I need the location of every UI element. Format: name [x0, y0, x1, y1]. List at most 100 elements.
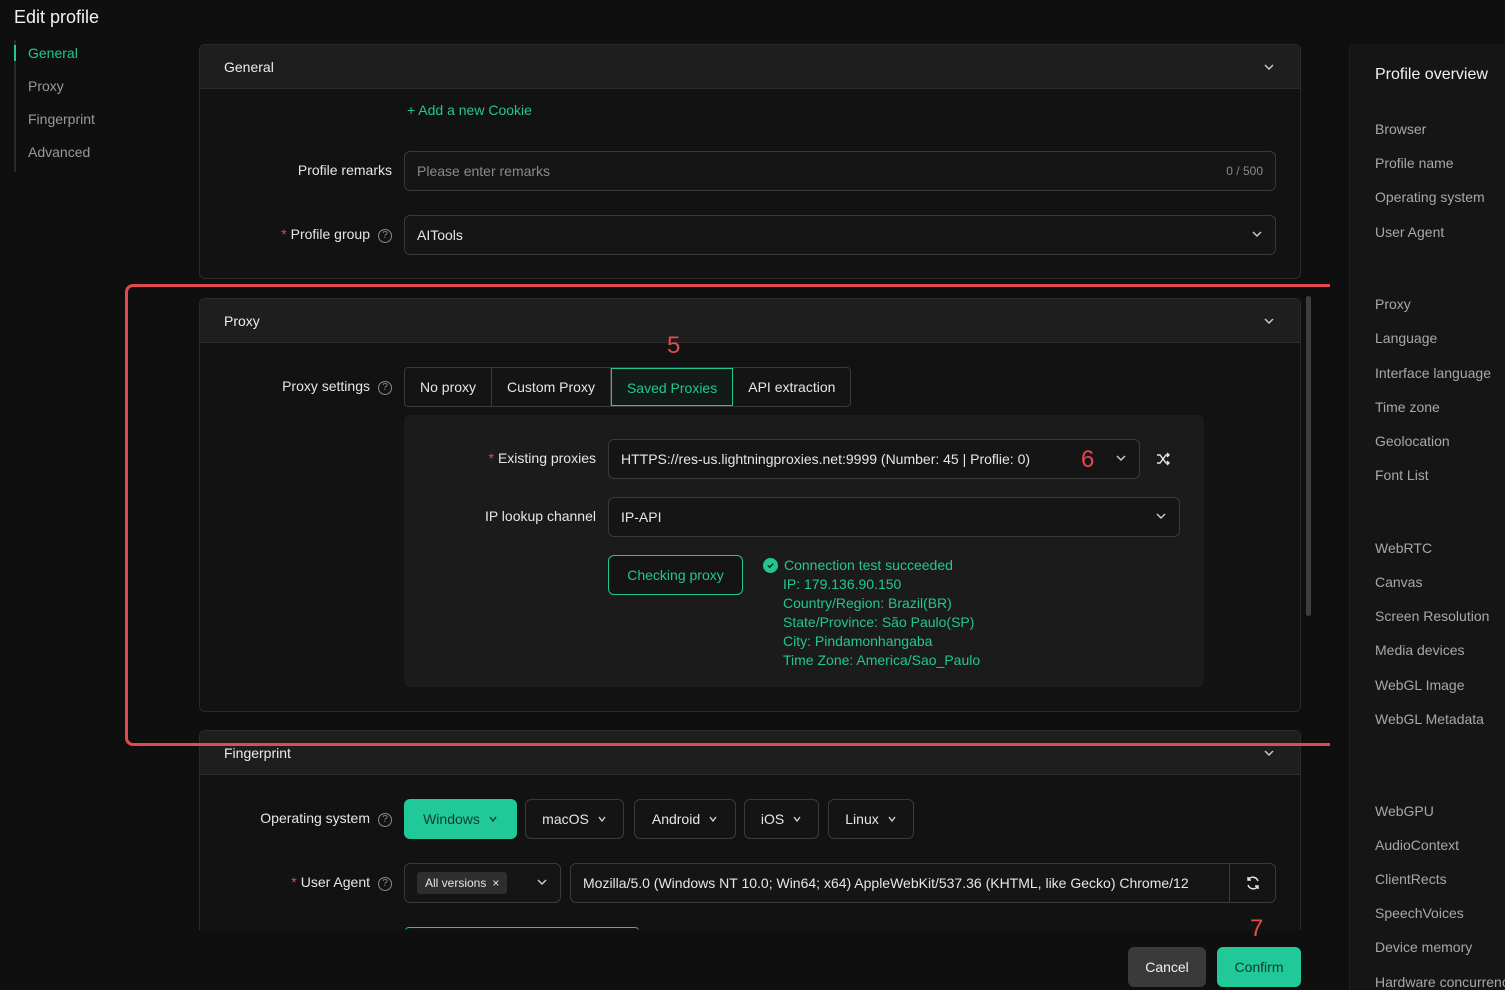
- proxy-mode-switch: No proxy Custom Proxy Saved Proxies API …: [404, 367, 852, 407]
- overview-item[interactable]: Screen Resolution: [1375, 608, 1489, 624]
- check-proxy-button[interactable]: Checking proxy: [608, 555, 743, 595]
- remarks-counter: 0 / 500: [1226, 164, 1263, 178]
- overview-item[interactable]: Proxy: [1375, 296, 1411, 312]
- chevron-down-icon[interactable]: [1262, 60, 1276, 74]
- profile-overview-title: Profile overview: [1375, 66, 1488, 83]
- next-row-edge: [404, 927, 640, 930]
- overview-item[interactable]: WebRTC: [1375, 540, 1432, 556]
- close-icon[interactable]: ×: [492, 876, 499, 890]
- overview-item[interactable]: WebGL Image: [1375, 677, 1465, 693]
- form-main: General + Add a new Cookie Profile remar…: [0, 0, 1330, 930]
- overview-item[interactable]: User Agent: [1375, 224, 1444, 240]
- add-cookie-link[interactable]: + Add a new Cookie: [407, 102, 532, 118]
- proxy-result-ip: IP: 179.136.90.150: [783, 576, 902, 592]
- fingerprint-section-header[interactable]: Fingerprint: [200, 731, 1300, 775]
- profile-remarks-placeholder: Please enter remarks: [417, 163, 551, 179]
- os-linux-button[interactable]: Linux: [828, 799, 914, 839]
- os-windows-button[interactable]: Windows: [404, 799, 517, 839]
- user-agent-input[interactable]: Mozilla/5.0 (Windows NT 10.0; Win64; x64…: [570, 863, 1230, 903]
- proxy-settings-label-text: Proxy settings: [282, 378, 370, 394]
- overview-item[interactable]: AudioContext: [1375, 837, 1459, 853]
- ua-version-select[interactable]: All versions ×: [404, 863, 561, 903]
- refresh-ua-button[interactable]: [1230, 863, 1276, 903]
- profile-group-label: * Profile group?: [200, 226, 392, 243]
- os-android-label: Android: [651, 811, 701, 827]
- os-windows-label: Windows: [423, 811, 480, 827]
- profile-remarks-input[interactable]: Please enter remarks 0 / 500: [404, 151, 1276, 191]
- help-icon[interactable]: ?: [378, 229, 392, 243]
- overview-item[interactable]: ClientRects: [1375, 871, 1447, 887]
- ua-version-tag-label: All versions: [425, 876, 487, 890]
- overview-item[interactable]: WebGL Metadata: [1375, 711, 1484, 727]
- os-macos-label: macOS: [542, 811, 589, 827]
- chevron-down-icon: [536, 875, 548, 891]
- existing-proxies-select[interactable]: HTTPS://res-us.lightningproxies.net:9999…: [608, 439, 1140, 479]
- help-icon[interactable]: ?: [378, 813, 392, 827]
- chevron-down-icon: [1251, 227, 1263, 243]
- profile-group-label-text: Profile group: [290, 226, 370, 242]
- help-icon[interactable]: ?: [378, 381, 392, 395]
- chevron-down-icon[interactable]: [1262, 314, 1276, 328]
- shuffle-icon[interactable]: [1153, 449, 1173, 469]
- os-macos-button[interactable]: macOS: [525, 799, 624, 839]
- chevron-down-icon: [489, 816, 497, 823]
- chevron-down-icon: [793, 816, 801, 823]
- proxy-option-saved[interactable]: Saved Proxies: [610, 368, 734, 406]
- os-label: Operating system?: [200, 810, 392, 827]
- proxy-scrollbar[interactable]: [1306, 296, 1311, 616]
- profile-group-value: AITools: [417, 227, 463, 243]
- proxy-option-no-proxy[interactable]: No proxy: [405, 368, 493, 406]
- confirm-button[interactable]: Confirm: [1217, 947, 1301, 987]
- refresh-icon: [1246, 876, 1259, 890]
- overview-item[interactable]: Canvas: [1375, 574, 1422, 590]
- os-linux-label: Linux: [845, 811, 879, 827]
- help-icon[interactable]: ?: [378, 877, 392, 891]
- overview-item[interactable]: Language: [1375, 330, 1437, 346]
- overview-item[interactable]: WebGPU: [1375, 803, 1434, 819]
- overview-item[interactable]: Geolocation: [1375, 433, 1450, 449]
- required-marker: *: [291, 874, 297, 890]
- ip-lookup-select[interactable]: IP-API: [608, 497, 1180, 537]
- overview-item[interactable]: SpeechVoices: [1375, 905, 1464, 921]
- proxy-result-country: Country/Region: Brazil(BR): [783, 595, 952, 611]
- os-android-button[interactable]: Android: [634, 799, 736, 839]
- general-section-header[interactable]: General: [200, 45, 1300, 89]
- profile-group-select[interactable]: AITools: [404, 215, 1276, 255]
- general-section-title: General: [224, 58, 274, 75]
- proxy-section-header[interactable]: Proxy: [200, 299, 1300, 343]
- overview-item[interactable]: Interface language: [1375, 365, 1491, 381]
- os-label-text: Operating system: [260, 810, 370, 826]
- ip-lookup-label: IP lookup channel: [484, 508, 596, 524]
- proxy-option-api[interactable]: API extraction: [733, 368, 851, 406]
- overview-item[interactable]: Browser: [1375, 121, 1426, 137]
- proxy-result-city: City: Pindamonhangaba: [783, 633, 933, 649]
- chevron-down-icon: [1115, 451, 1127, 467]
- overview-item[interactable]: Device memory: [1375, 939, 1472, 955]
- proxy-test-status: Connection test succeeded: [784, 557, 953, 573]
- profile-overview-panel: Profile overview Browser Profile name Op…: [1349, 44, 1505, 990]
- user-agent-label-text: User Agent: [300, 874, 370, 890]
- overview-item[interactable]: Font List: [1375, 467, 1429, 483]
- overview-item[interactable]: Time zone: [1375, 399, 1440, 415]
- annotation-6: 6: [1081, 446, 1095, 473]
- proxy-settings-label: Proxy settings?: [200, 378, 392, 395]
- chevron-down-icon: [888, 816, 896, 823]
- required-marker: *: [488, 450, 494, 466]
- proxy-test-result: Connection test succeeded IP: 179.136.90…: [763, 556, 980, 670]
- proxy-result-state: State/Province: São Paulo(SP): [783, 614, 975, 630]
- chevron-down-icon[interactable]: [1262, 746, 1276, 760]
- overview-item[interactable]: Hardware concurrency: [1375, 974, 1505, 990]
- ip-lookup-value: IP-API: [621, 509, 662, 525]
- cancel-button[interactable]: Cancel: [1128, 947, 1206, 987]
- chevron-down-icon: [1155, 509, 1167, 525]
- chevron-down-icon: [598, 816, 606, 823]
- annotation-5: 5: [667, 332, 681, 359]
- overview-item[interactable]: Media devices: [1375, 642, 1465, 658]
- proxy-option-custom[interactable]: Custom Proxy: [492, 368, 611, 406]
- overview-item[interactable]: Operating system: [1375, 189, 1485, 205]
- os-ios-label: iOS: [760, 811, 785, 827]
- os-ios-button[interactable]: iOS: [744, 799, 819, 839]
- profile-remarks-label: Profile remarks: [297, 162, 392, 178]
- proxy-section-title: Proxy: [224, 312, 260, 329]
- overview-item[interactable]: Profile name: [1375, 155, 1454, 171]
